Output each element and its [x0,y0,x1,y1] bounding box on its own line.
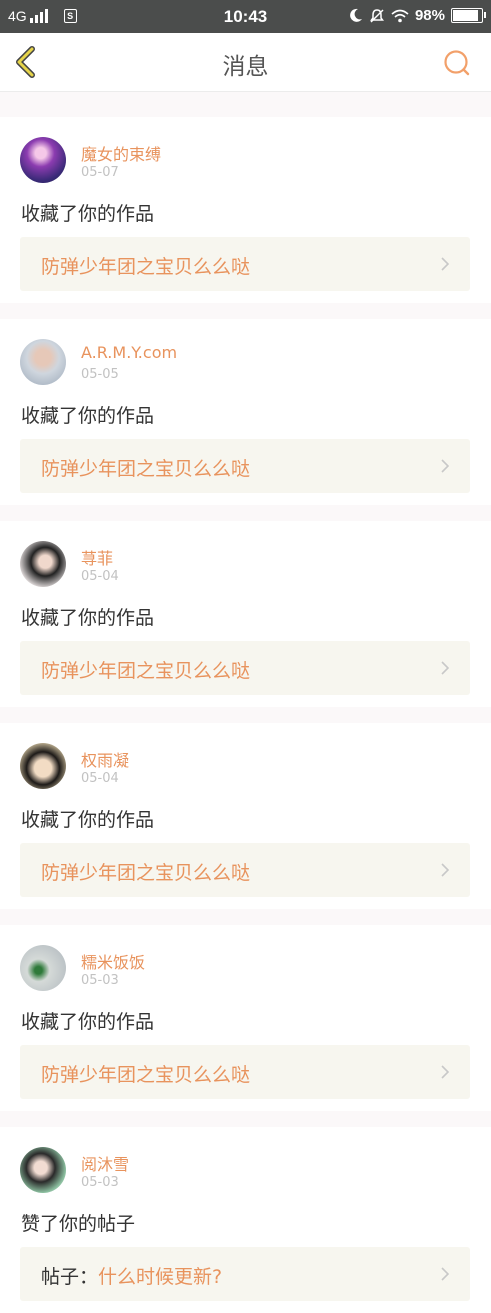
message-card: 魔女的束缚 05-07 收藏了你的作品 防弹少年团之宝贝么么哒 [0,117,491,303]
message-card: 糯米饭饭 05-03 收藏了你的作品 防弹少年团之宝贝么么哒 [0,925,491,1111]
battery-icon [451,8,486,23]
status-bar: 4G S 10:43 98% [0,0,491,33]
search-button[interactable] [443,49,471,77]
chevron-right-icon [441,661,450,675]
page-title: 消息 [222,54,269,80]
message-date: 05-03 [81,973,119,988]
message-action-text: 收藏了你的作品 [21,405,155,427]
message-card: 荨菲 05-04 收藏了你的作品 防弹少年团之宝贝么么哒 [0,521,491,707]
message-username[interactable]: 荨菲 [81,545,113,569]
link-title: 防弹少年团之宝贝么么哒 [41,458,251,480]
work-link-label: 帖子：什么时候更新? [41,1262,222,1289]
work-link[interactable]: 防弹少年团之宝贝么么哒 [20,1045,470,1099]
moon-icon [350,8,362,22]
work-link-label: 防弹少年团之宝贝么么哒 [41,454,250,481]
avatar[interactable] [20,1147,66,1193]
message-date: 05-04 [81,569,119,584]
message-card: A.R.M.Y.com 05-05 收藏了你的作品 防弹少年团之宝贝么么哒 [0,319,491,505]
link-title: 什么时候更新? [98,1266,223,1288]
message-username[interactable]: 糯米饭饭 [81,949,145,973]
chevron-right-icon [441,257,450,271]
message-date: 05-05 [81,367,119,382]
message-action-text: 收藏了你的作品 [21,1011,155,1033]
work-link[interactable]: 防弹少年团之宝贝么么哒 [20,843,470,897]
chevron-right-icon [441,863,450,877]
link-title: 防弹少年团之宝贝么么哒 [41,256,251,278]
message-date: 05-03 [81,1175,119,1190]
chevron-right-icon [441,1065,450,1079]
work-link-label: 防弹少年团之宝贝么么哒 [41,656,250,683]
link-title: 防弹少年团之宝贝么么哒 [41,1064,251,1086]
chevron-left-icon [16,46,35,78]
message-date: 05-04 [81,771,119,786]
avatar[interactable] [20,743,66,789]
back-button[interactable] [12,45,42,79]
top-nav-bar: 消息 [0,33,491,92]
message-card: 阅沐雪 05-03 赞了你的帖子 帖子：什么时候更新? [0,1127,491,1313]
message-username[interactable]: A.R.M.Y.com [81,343,177,362]
status-right: 98% [349,7,486,24]
work-link[interactable]: 防弹少年团之宝贝么么哒 [20,439,470,493]
work-link-label: 防弹少年团之宝贝么么哒 [41,252,250,279]
work-link[interactable]: 帖子：什么时候更新? [20,1247,470,1301]
message-action-text: 收藏了你的作品 [21,809,155,831]
link-title: 防弹少年团之宝贝么么哒 [41,660,251,682]
avatar[interactable] [20,945,66,991]
message-list: 魔女的束缚 05-07 收藏了你的作品 防弹少年团之宝贝么么哒 A.R.M.Y.… [0,103,491,1313]
message-action-text: 收藏了你的作品 [21,607,155,629]
message-username[interactable]: 阅沐雪 [81,1151,129,1175]
work-link[interactable]: 防弹少年团之宝贝么么哒 [20,237,470,291]
message-card: 权雨凝 05-04 收藏了你的作品 防弹少年团之宝贝么么哒 [0,723,491,909]
work-link[interactable]: 防弹少年团之宝贝么么哒 [20,641,470,695]
mute-bell-icon [369,8,384,23]
message-username[interactable]: 魔女的束缚 [81,141,161,165]
avatar[interactable] [20,137,66,183]
link-prefix: 帖子： [41,1266,99,1288]
work-link-label: 防弹少年团之宝贝么么哒 [41,858,250,885]
message-action-text: 赞了你的帖子 [21,1213,136,1235]
chevron-right-icon [441,459,450,473]
avatar[interactable] [20,541,66,587]
search-icon [444,50,470,76]
battery-percent: 98% [414,7,445,24]
message-date: 05-07 [81,165,119,180]
wifi-icon [391,9,409,22]
avatar[interactable] [20,339,66,385]
link-title: 防弹少年团之宝贝么么哒 [41,862,251,884]
work-link-label: 防弹少年团之宝贝么么哒 [41,1060,250,1087]
message-username[interactable]: 权雨凝 [81,747,129,771]
message-action-text: 收藏了你的作品 [21,203,155,225]
